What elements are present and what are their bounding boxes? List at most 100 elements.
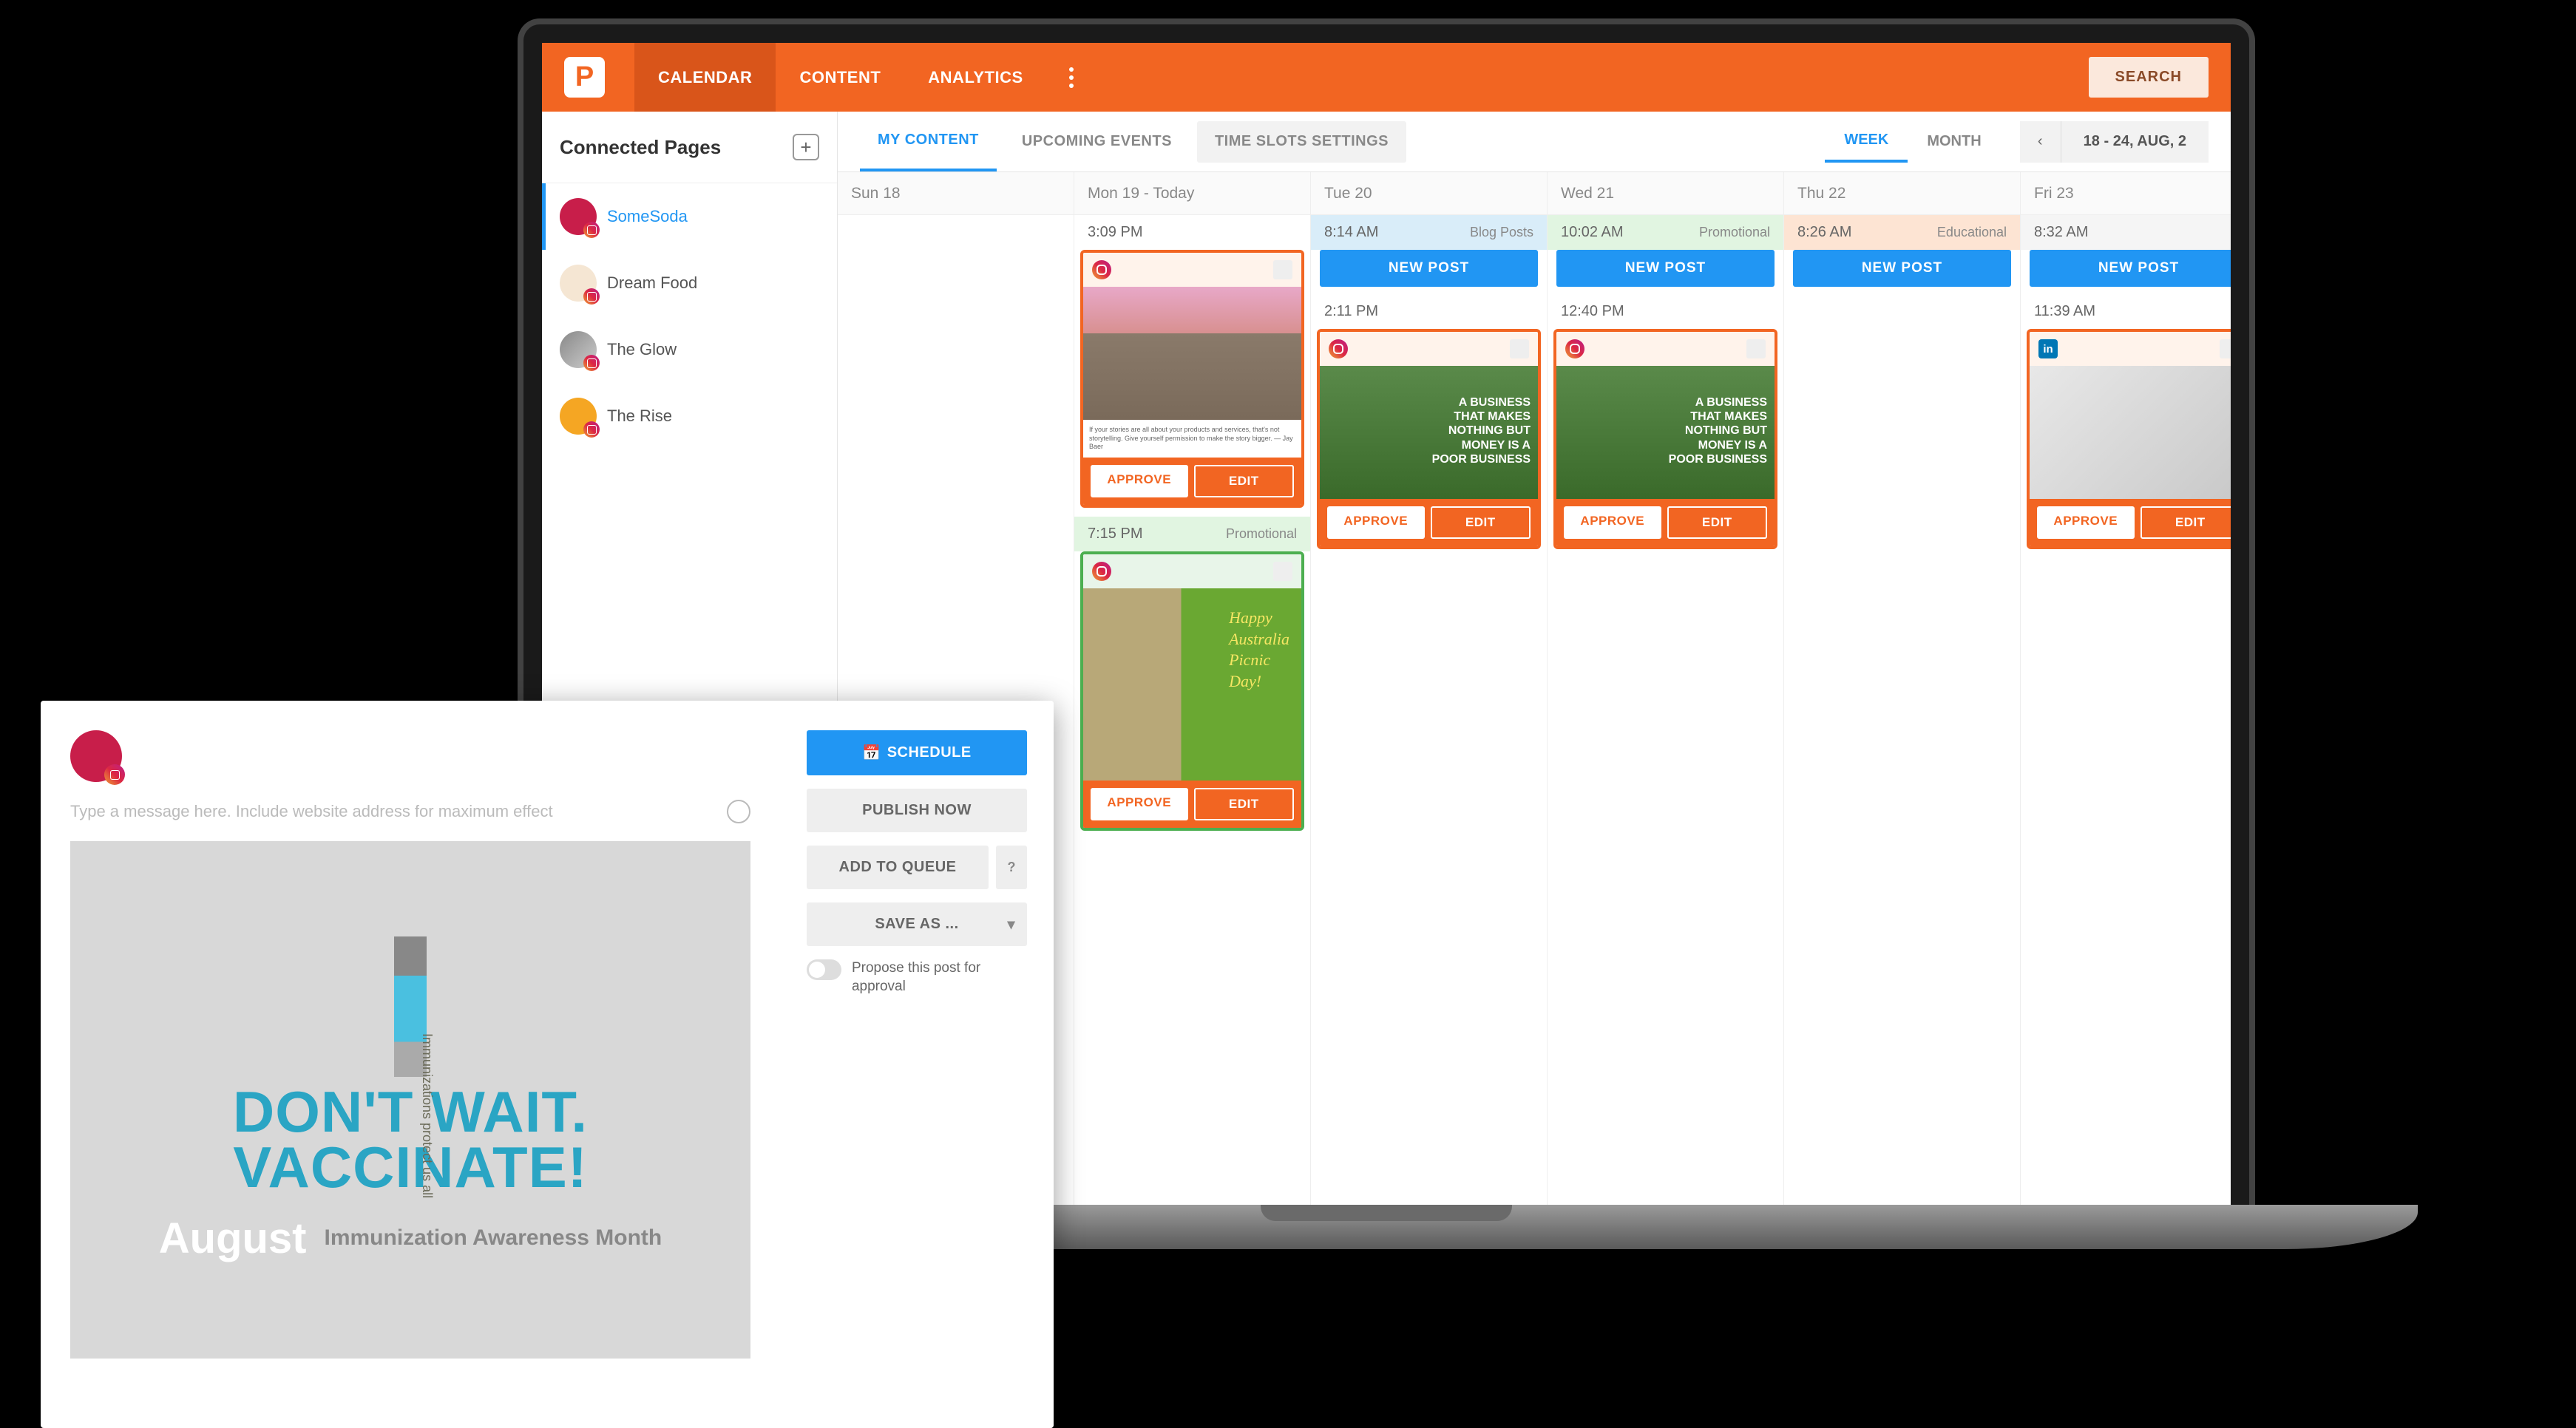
account-avatar[interactable] — [70, 730, 122, 782]
propose-approval-label: Propose this post for approval — [852, 959, 1027, 996]
schedule-button[interactable]: 📅SCHEDULE — [807, 730, 1027, 775]
publish-now-button[interactable]: PUBLISH NOW — [807, 789, 1027, 832]
post-card[interactable]: APPROVE EDIT — [1080, 551, 1304, 831]
save-as-dropdown[interactable]: SAVE AS ... — [807, 902, 1027, 946]
instagram-badge-icon — [583, 288, 600, 305]
prev-week-button[interactable]: ‹ — [2020, 121, 2061, 163]
edit-button[interactable]: EDIT — [1431, 506, 1531, 539]
new-post-button[interactable]: NEW POST — [1793, 250, 2011, 287]
time-label: 10:02 AM — [1561, 224, 1624, 241]
instagram-badge-icon — [583, 421, 600, 438]
nav-content[interactable]: CONTENT — [776, 43, 904, 112]
time-label: 7:15 PM — [1088, 526, 1142, 543]
category-label: Promotional — [1699, 225, 1770, 240]
new-post-button[interactable]: NEW POST — [1556, 250, 1775, 287]
poster-vertical-text: Immunizations protect us all — [419, 1033, 435, 1198]
approve-button[interactable]: APPROVE — [1091, 788, 1188, 820]
approve-button[interactable]: APPROVE — [2037, 506, 2135, 539]
poster-month: August — [159, 1214, 307, 1263]
page-name: The Rise — [607, 407, 672, 426]
sidebar-item-dreamfood[interactable]: Dream Food — [542, 250, 837, 316]
page-avatar — [560, 331, 597, 368]
day-column: Thu 22 8:26 AM Educational NEW POST — [1784, 172, 2021, 1208]
page-avatar — [560, 265, 597, 302]
time-label: 8:32 AM — [2034, 224, 2088, 241]
post-image — [1083, 287, 1301, 420]
day-header: Thu 22 — [1784, 172, 2020, 215]
post-image — [1556, 366, 1775, 499]
poster-headline-1: DON'T WAIT. — [233, 1084, 588, 1139]
nav-calendar[interactable]: CALENDAR — [634, 43, 776, 112]
instagram-badge-icon — [583, 355, 600, 371]
post-image — [1083, 588, 1301, 781]
instagram-badge-icon — [104, 764, 125, 785]
time-label: 2:11 PM — [1311, 294, 1547, 329]
content-tabs: MY CONTENT UPCOMING EVENTS TIME SLOTS SE… — [838, 112, 2231, 172]
edit-button[interactable]: EDIT — [1194, 788, 1295, 820]
queue-help-button[interactable]: ? — [996, 846, 1027, 889]
image-icon — [1273, 260, 1292, 279]
view-week[interactable]: WEEK — [1825, 121, 1908, 163]
tab-upcoming-events[interactable]: UPCOMING EVENTS — [1004, 112, 1190, 171]
sidebar-title: Connected Pages — [560, 136, 721, 159]
day-column: Wed 21 10:02 AM Promotional NEW POST 12:4… — [1548, 172, 1784, 1208]
time-label: 8:14 AM — [1324, 224, 1378, 241]
image-icon — [2220, 339, 2231, 358]
approve-button[interactable]: APPROVE — [1091, 465, 1188, 497]
day-header: Wed 21 — [1548, 172, 1783, 215]
post-image — [1320, 366, 1538, 499]
image-icon — [1510, 339, 1529, 358]
edit-button[interactable]: EDIT — [2141, 506, 2231, 539]
sidebar-item-somesoda[interactable]: SomeSoda — [542, 183, 837, 250]
time-label: 11:39 AM — [2021, 294, 2231, 329]
poster-headline-2: VACCINATE! — [233, 1140, 587, 1194]
approve-button[interactable]: APPROVE — [1327, 506, 1425, 539]
new-post-button[interactable]: NEW POST — [1320, 250, 1538, 287]
category-label: Promotional — [1226, 526, 1297, 542]
sidebar-item-theglow[interactable]: The Glow — [542, 316, 837, 383]
category-label: Blog Posts — [1470, 225, 1533, 240]
new-post-button[interactable]: NEW POST — [2030, 250, 2231, 287]
poster-subtext: Immunization Awareness Month — [325, 1226, 662, 1250]
category-label: Educational — [1937, 225, 2007, 240]
post-card[interactable]: in APPROVE EDIT — [2027, 329, 2231, 549]
page-name: SomeSoda — [607, 207, 688, 226]
edit-button[interactable]: EDIT — [1194, 465, 1295, 497]
post-card[interactable]: If your stories are all about your produ… — [1080, 250, 1304, 508]
instagram-badge-icon — [583, 222, 600, 238]
time-label: 3:09 PM — [1074, 215, 1310, 250]
page-avatar — [560, 398, 597, 435]
approve-button[interactable]: APPROVE — [1564, 506, 1661, 539]
post-card[interactable]: APPROVE EDIT — [1317, 329, 1541, 549]
time-label: 12:40 PM — [1548, 294, 1783, 329]
add-to-queue-button[interactable]: ADD TO QUEUE — [807, 846, 989, 889]
message-input[interactable]: Type a message here. Include website add… — [70, 802, 715, 821]
app-logo[interactable]: P — [564, 57, 605, 98]
day-column: Tue 20 8:14 AM Blog Posts NEW POST 2:11 P… — [1311, 172, 1548, 1208]
tab-time-slots-settings[interactable]: TIME SLOTS SETTINGS — [1197, 121, 1406, 163]
instagram-icon — [1329, 339, 1348, 358]
view-month[interactable]: MONTH — [1908, 121, 2000, 163]
post-card[interactable]: APPROVE EDIT — [1553, 329, 1777, 549]
day-header: Sun 18 — [838, 172, 1074, 215]
date-range-label: 18 - 24, AUG, 2 — [2061, 133, 2209, 150]
propose-approval-toggle[interactable] — [807, 959, 841, 980]
add-page-button[interactable]: + — [793, 134, 819, 160]
edit-button[interactable]: EDIT — [1667, 506, 1768, 539]
day-column: Mon 19 - Today 3:09 PM If your stories a… — [1074, 172, 1311, 1208]
time-label: 8:26 AM — [1797, 224, 1851, 241]
more-menu-icon[interactable] — [1062, 60, 1081, 95]
tab-my-content[interactable]: MY CONTENT — [860, 112, 997, 171]
emoji-picker-icon[interactable] — [727, 800, 750, 823]
calendar-icon: 📅 — [862, 744, 881, 762]
compose-post-modal: Type a message here. Include website add… — [41, 701, 1054, 1428]
day-header: Fri 23 — [2021, 172, 2231, 215]
day-header: Mon 19 - Today — [1074, 172, 1310, 215]
post-quote: If your stories are all about your produ… — [1083, 420, 1301, 458]
nav-analytics[interactable]: ANALYTICS — [904, 43, 1046, 112]
sidebar-item-therise[interactable]: The Rise — [542, 383, 837, 449]
search-button[interactable]: SEARCH — [2089, 57, 2209, 98]
day-header: Tue 20 — [1311, 172, 1547, 215]
instagram-icon — [1565, 339, 1584, 358]
page-name: The Glow — [607, 340, 677, 359]
